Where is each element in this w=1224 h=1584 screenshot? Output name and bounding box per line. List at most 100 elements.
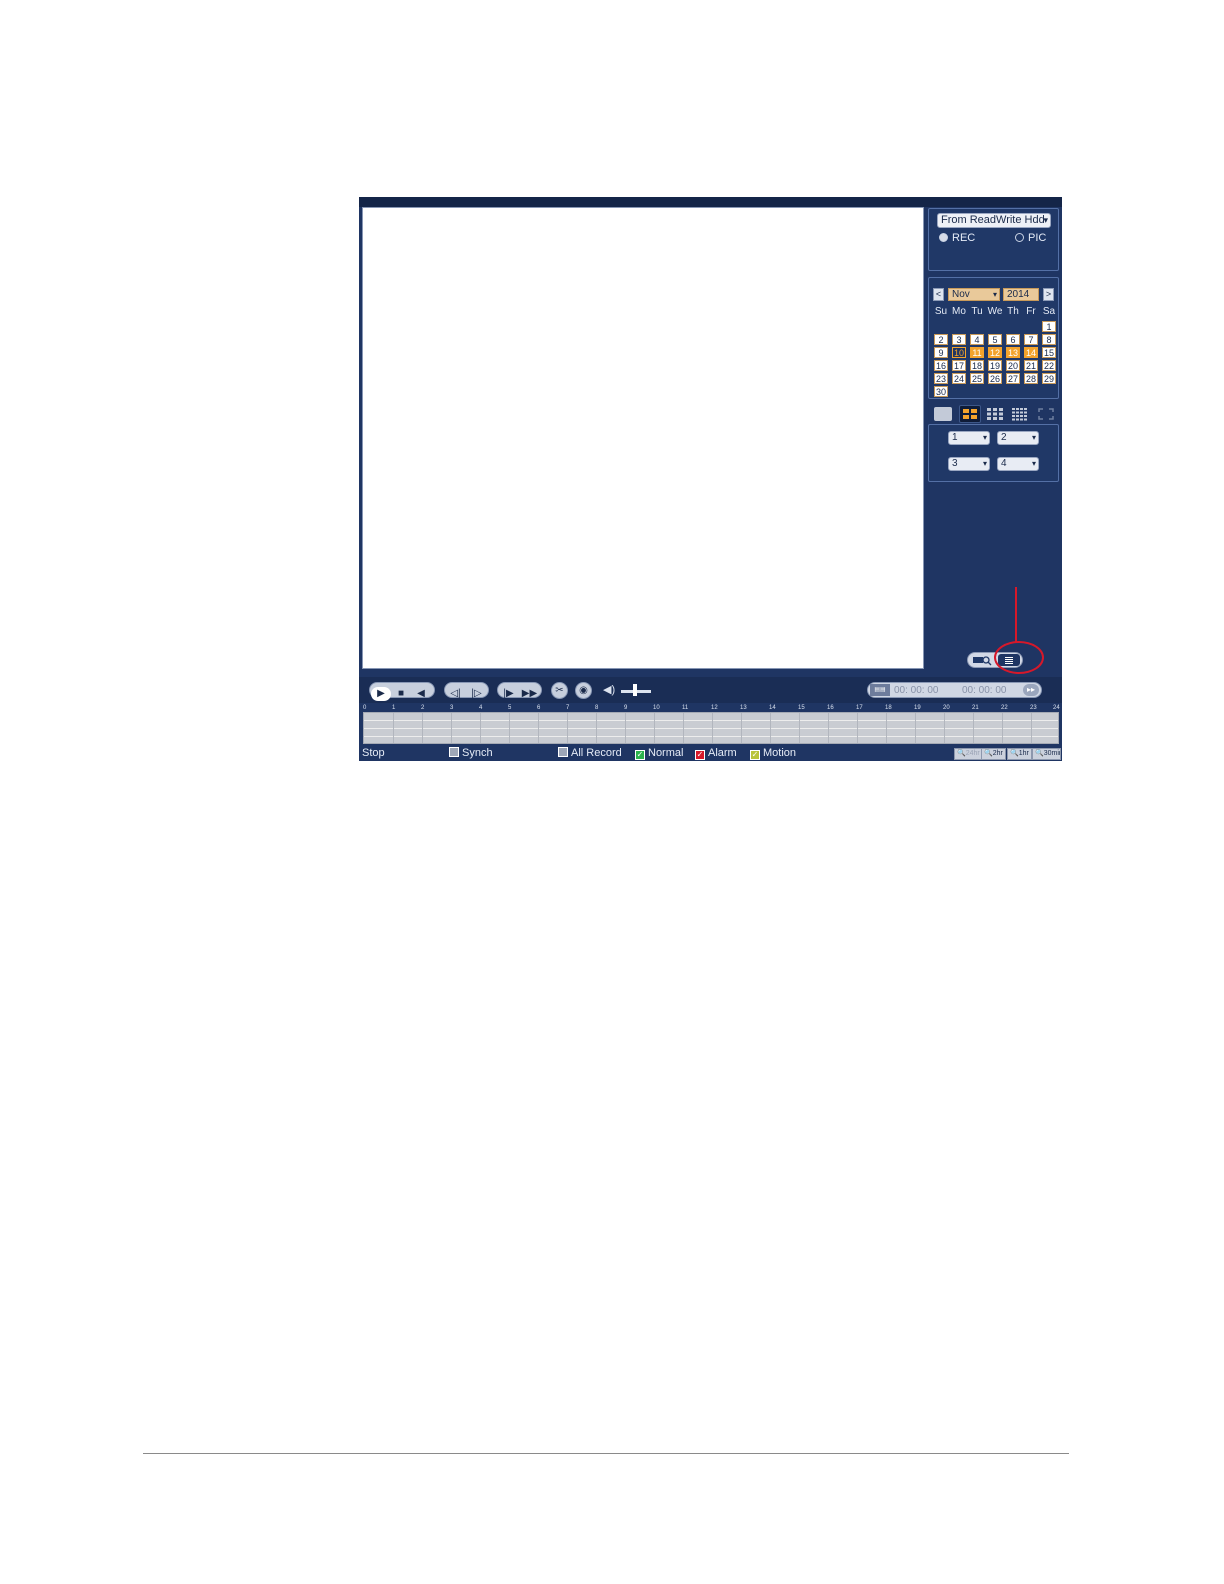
stop-icon[interactable]: ■	[391, 687, 411, 701]
hour-label: 13	[740, 705, 747, 711]
hour-label: 7	[566, 705, 570, 711]
calendar-day[interactable]: 28	[1024, 373, 1038, 384]
radio-pic[interactable]: PIC	[1015, 232, 1046, 244]
timeline-hour-line	[973, 713, 974, 743]
calendar-day[interactable]: 12	[988, 347, 1002, 358]
all-record-checkbox[interactable]: All Record	[558, 747, 622, 759]
calendar-day[interactable]: 2	[934, 334, 948, 345]
zoom-30min-button[interactable]: 🔍30min	[1032, 748, 1061, 760]
calendar-day[interactable]: 18	[970, 360, 984, 371]
source-select[interactable]: From ReadWrite Hdd ▾	[937, 213, 1051, 228]
zoom-24hr-button[interactable]: 🔍24hr	[954, 748, 983, 760]
split-4-icon[interactable]	[959, 405, 981, 423]
calendar-day[interactable]: 5	[988, 334, 1002, 345]
fast-forward-icon[interactable]: ▶▶	[519, 687, 540, 701]
calendar-day[interactable]: 6	[1006, 334, 1020, 345]
dropdown-arrow-icon: ▾	[1043, 215, 1048, 225]
calendar-day[interactable]: 7	[1024, 334, 1038, 345]
calendar-day[interactable]: 26	[988, 373, 1002, 384]
frame-forward-icon[interactable]: |▷	[466, 687, 487, 701]
calendar-day[interactable]: 20	[1006, 360, 1020, 371]
calendar-day[interactable]: 27	[1006, 373, 1020, 384]
zoom-1hr-label: 1hr	[1018, 750, 1029, 757]
clip-icon[interactable]: ✂	[551, 682, 568, 699]
hour-label: 10	[653, 705, 660, 711]
snapshot-icon[interactable]: ◉	[575, 682, 592, 699]
zoom-2hr-button[interactable]: 🔍2hr	[981, 748, 1006, 760]
calendar-day[interactable]: 9	[934, 347, 948, 358]
legend-bar: Stop Synch All Record ✓ Normal ✓ Alarm ✓ Mo…	[359, 745, 1062, 761]
slow-play-icon[interactable]: ◁|	[445, 687, 466, 701]
channel-4-select[interactable]: 4 ▾	[997, 457, 1039, 471]
calendar-day[interactable]: 23	[934, 373, 948, 384]
calendar-day[interactable]: 14	[1024, 347, 1038, 358]
calendar-day[interactable]: 30	[934, 386, 948, 397]
check-icon: ✓	[695, 750, 705, 760]
channel-panel: 1 ▾ 2 ▾ 3 ▾ 4 ▾	[928, 424, 1059, 482]
play-icon[interactable]: ▶	[371, 687, 391, 701]
fullscreen-icon[interactable]	[1037, 407, 1055, 421]
calendar-day[interactable]: 11	[970, 347, 984, 358]
calendar-day[interactable]: 13	[1006, 347, 1020, 358]
calendar-day[interactable]: 22	[1042, 360, 1056, 371]
calendar-day[interactable]: 3	[952, 334, 966, 345]
hour-label: 23	[1030, 705, 1037, 711]
all-record-label: All Record	[571, 747, 622, 759]
callout-line	[1015, 587, 1017, 642]
channel-1-select[interactable]: 1 ▾	[948, 431, 990, 445]
month-select[interactable]: Nov ▾	[948, 288, 1000, 301]
calendar-empty-cell	[934, 321, 948, 332]
timeline-hour-line	[654, 713, 655, 743]
motion-label: Motion	[763, 747, 797, 759]
volume-icon[interactable]: ◀)	[603, 683, 615, 696]
motion-checkbox[interactable]: ✓ Motion	[750, 747, 796, 760]
calendar-empty-cell	[1024, 386, 1038, 397]
radio-rec[interactable]: REC	[939, 232, 975, 244]
calendar-empty-cell	[970, 386, 984, 397]
play-backward-icon[interactable]: ◀	[411, 687, 431, 701]
calendar-day[interactable]: 8	[1042, 334, 1056, 345]
calendar-day[interactable]: 17	[952, 360, 966, 371]
volume-slider-handle[interactable]	[633, 684, 637, 696]
video-display-area[interactable]	[362, 207, 924, 669]
calendar-day[interactable]: 19	[988, 360, 1002, 371]
timeline-channel-divider	[364, 728, 1058, 729]
hour-label: 11	[682, 705, 689, 711]
start-time-field[interactable]: 00: 00: 00	[894, 684, 938, 697]
calendar-day[interactable]: 21	[1024, 360, 1038, 371]
calendar-day[interactable]: 10	[952, 347, 966, 358]
calendar-day[interactable]: 15	[1042, 347, 1056, 358]
stop-label: Stop	[362, 747, 385, 759]
calendar-panel: < Nov ▾ 2014 > Su Mo Tu We Th Fr Sa 1234567891…	[928, 277, 1059, 399]
split-16-icon[interactable]	[1011, 407, 1029, 421]
calendar-day[interactable]: 16	[934, 360, 948, 371]
calendar-day[interactable]: 1	[1042, 321, 1056, 332]
weekday-label: Su	[934, 306, 948, 317]
split-9-icon[interactable]	[986, 407, 1004, 421]
timeline-hour-line	[480, 713, 481, 743]
channel-3-select[interactable]: 3 ▾	[948, 457, 990, 471]
alarm-label: Alarm	[708, 747, 737, 759]
record-timeline[interactable]	[363, 712, 1059, 744]
calendar-day[interactable]: 29	[1042, 373, 1056, 384]
timeline-hour-line	[683, 713, 684, 743]
next-month-button[interactable]: >	[1043, 288, 1054, 301]
normal-checkbox[interactable]: ✓ Normal	[635, 747, 683, 760]
split-1-icon[interactable]	[934, 407, 952, 421]
prev-month-button[interactable]: <	[933, 288, 944, 301]
calendar-day[interactable]: 24	[952, 373, 966, 384]
alarm-checkbox[interactable]: ✓ Alarm	[695, 747, 737, 760]
source-panel: From ReadWrite Hdd ▾ REC PIC	[928, 208, 1059, 271]
channel-2-select[interactable]: 2 ▾	[997, 431, 1039, 445]
calendar-day[interactable]: 4	[970, 334, 984, 345]
zoom-1hr-button[interactable]: 🔍1hr	[1007, 748, 1032, 760]
hour-label: 9	[624, 705, 628, 711]
calendar-day[interactable]: 25	[970, 373, 984, 384]
year-select[interactable]: 2014	[1003, 288, 1039, 301]
smart-search-button[interactable]	[971, 654, 993, 666]
synch-checkbox[interactable]: Synch	[449, 747, 493, 759]
end-time-field[interactable]: 00: 00: 00	[962, 684, 1006, 697]
time-search-go-icon[interactable]: ▸▸	[1023, 684, 1039, 696]
title-bar	[359, 197, 1062, 207]
next-file-icon[interactable]: |▶	[498, 687, 519, 701]
